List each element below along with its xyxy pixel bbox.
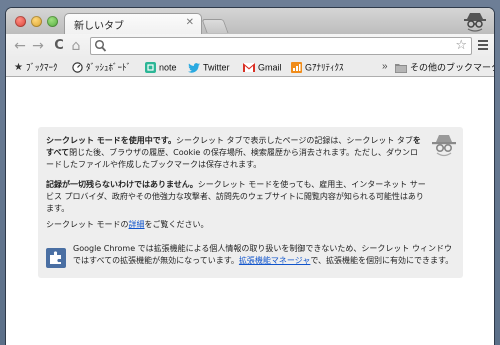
reload-button[interactable]: C [51, 37, 67, 55]
bookmark-item-dashboard[interactable]: ﾀﾞｯｼｭﾎﾞｰﾄﾞ [72, 58, 131, 76]
other-bookmarks-label: その他のブックマーク [410, 62, 494, 73]
tab-new-tab[interactable]: 新しいタブ ✕ [64, 13, 202, 34]
toolbar: ← → C ⌂ ☆ [6, 34, 494, 58]
bookmarks-overflow-chevron[interactable]: » [382, 58, 388, 76]
tab-close-icon[interactable]: ✕ [186, 17, 194, 28]
incognito-warning-heading: 記録が一切残らないわけではありません。 [46, 180, 198, 189]
search-icon [94, 39, 107, 52]
minimize-window-button[interactable] [31, 16, 42, 27]
incognito-spy-icon [432, 135, 456, 157]
learn-more-link[interactable]: 詳細 [129, 220, 145, 229]
learn-more-prefix: シークレット モードの [46, 220, 129, 229]
new-tab-page: シークレット モードを使用中です。シークレット タブで表示したページの記録は、シ… [6, 77, 494, 345]
bookmarks-bar: ★ﾌﾞｯｸﾏｰｸ ﾀﾞｯｼｭﾎﾞｰﾄﾞ note Twitter Gmail [6, 58, 494, 77]
browser-window: 新しいタブ ✕ ← → C ⌂ ☆ ★ ﾌﾞｯｸﾏｰｸ ﾀﾞｯｼｭﾎﾞｰﾄﾞ n… [6, 8, 494, 345]
bookmark-star-icon[interactable]: ☆ [455, 38, 467, 54]
incognito-notice: シークレット モードを使用中です。シークレット タブで表示したページの記録は、シ… [46, 135, 426, 171]
address-input[interactable] [109, 38, 439, 54]
incognito-icon [464, 13, 486, 32]
incognito-warning: 記録が一切残らないわけではありません。シークレット モードを使っても、雇用主、イ… [46, 179, 426, 215]
bookmark-item-analytics[interactable]: Gｱﾅﾘﾃｨｸｽ [291, 58, 344, 76]
bookmark-label: Gｱﾅﾘﾃｨｸｽ [305, 62, 344, 73]
bookmark-item-note[interactable]: note [145, 58, 177, 76]
zoom-window-button[interactable] [47, 16, 58, 27]
close-window-button[interactable] [15, 16, 26, 27]
incognito-notice-text-2: 閉じた後、ブラウザの履歴、Cookie の保存場所、検索履歴から消去されます。た… [46, 148, 419, 169]
extensions-manager-link[interactable]: 拡張機能マネージャ [239, 256, 310, 265]
bookmark-item-twitter[interactable]: Twitter [188, 58, 230, 76]
other-bookmarks-folder[interactable]: その他のブックマーク [395, 58, 494, 76]
analytics-icon [291, 62, 302, 74]
back-button[interactable]: ← [12, 37, 28, 55]
chrome-menu-button[interactable] [477, 38, 489, 54]
bookmark-label: ﾌﾞｯｸﾏｰｸ [25, 62, 58, 73]
gauge-icon [72, 62, 83, 73]
new-tab-button[interactable] [201, 19, 229, 33]
home-button[interactable]: ⌂ [68, 37, 84, 55]
bookmark-item-gmail[interactable]: Gmail [243, 58, 282, 76]
bookmark-item-bookmarks[interactable]: ★ ﾌﾞｯｸﾏｰｸ [14, 58, 57, 76]
incognito-notice-text: シークレット タブで表示したページの記録は、シークレット タブ [175, 136, 413, 145]
note-icon [145, 62, 156, 74]
tab-title: 新しいタブ [74, 21, 124, 32]
extension-puzzle-icon [46, 248, 66, 268]
twitter-bird-icon [188, 62, 200, 73]
bookmark-label: Gmail [258, 62, 282, 73]
bookmark-label: note [159, 62, 177, 73]
extensions-notice: Google Chrome では拡張機能による個人情報の取り扱いを制御できないた… [73, 243, 458, 267]
bookmark-label: ﾀﾞｯｼｭﾎﾞｰﾄﾞ [86, 62, 132, 73]
bookmark-label: Twitter [203, 62, 230, 73]
learn-more-text: シークレット モードの詳細をご覧ください。 [46, 219, 426, 231]
omnibox[interactable]: ☆ [90, 37, 472, 55]
learn-more-suffix: をご覧ください。 [144, 220, 209, 229]
incognito-info-panel: シークレット モードを使用中です。シークレット タブで表示したページの記録は、シ… [38, 127, 463, 278]
title-bar: 新しいタブ ✕ [6, 8, 494, 34]
folder-icon [395, 63, 407, 73]
star-icon: ★ [14, 61, 23, 73]
extensions-notice-suffix: で、拡張機能を個別に有効にできます。 [310, 256, 454, 265]
forward-button[interactable]: → [30, 37, 46, 55]
gmail-icon [243, 63, 255, 73]
incognito-notice-heading: シークレット モードを使用中です。 [46, 136, 176, 145]
